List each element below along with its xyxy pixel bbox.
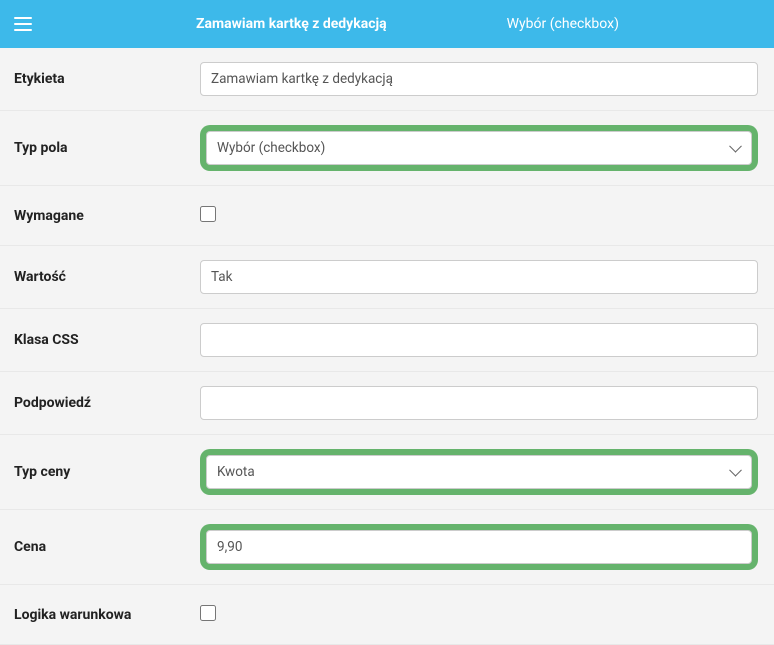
label-etykieta: Etykieta — [14, 71, 200, 87]
hamburger-menu-icon[interactable] — [14, 13, 36, 35]
input-podpowiedz[interactable] — [200, 386, 758, 420]
row-typ-ceny: Typ ceny Kwota — [0, 435, 774, 510]
row-wymagane: Wymagane — [0, 186, 774, 246]
label-wymagane: Wymagane — [14, 208, 200, 224]
highlight-cena — [200, 524, 758, 570]
checkbox-wymagane[interactable] — [200, 206, 216, 222]
label-wartosc: Wartość — [14, 269, 200, 285]
input-wartosc[interactable] — [200, 260, 758, 294]
row-typ-pola: Typ pola Wybór (checkbox) — [0, 111, 774, 186]
label-cena: Cena — [14, 539, 200, 555]
label-logika: Logika warunkowa — [14, 607, 200, 623]
header: Zamawiam kartkę z dedykacją Wybór (check… — [0, 0, 774, 48]
input-etykieta[interactable] — [200, 62, 758, 96]
input-klasa-css[interactable] — [200, 323, 758, 357]
form-container: Etykieta Typ pola Wybór (checkbox) Wymag… — [0, 48, 774, 645]
header-subtitle: Wybór (checkbox) — [507, 16, 619, 32]
row-cena: Cena — [0, 510, 774, 585]
header-title: Zamawiam kartkę z dedykacją — [196, 16, 387, 32]
label-typ-ceny: Typ ceny — [14, 464, 200, 480]
checkbox-logika[interactable] — [200, 605, 216, 621]
highlight-typ-pola: Wybór (checkbox) — [200, 125, 758, 171]
label-podpowiedz: Podpowiedź — [14, 395, 200, 411]
highlight-typ-ceny: Kwota — [200, 449, 758, 495]
row-podpowiedz: Podpowiedź — [0, 372, 774, 435]
row-etykieta: Etykieta — [0, 48, 774, 111]
label-typ-pola: Typ pola — [14, 140, 200, 156]
row-logika: Logika warunkowa — [0, 585, 774, 645]
row-klasa-css: Klasa CSS — [0, 309, 774, 372]
label-klasa-css: Klasa CSS — [14, 332, 200, 348]
input-cena[interactable] — [206, 530, 752, 564]
select-typ-pola[interactable]: Wybór (checkbox) — [206, 131, 752, 165]
select-typ-ceny[interactable]: Kwota — [206, 455, 752, 489]
row-wartosc: Wartość — [0, 246, 774, 309]
